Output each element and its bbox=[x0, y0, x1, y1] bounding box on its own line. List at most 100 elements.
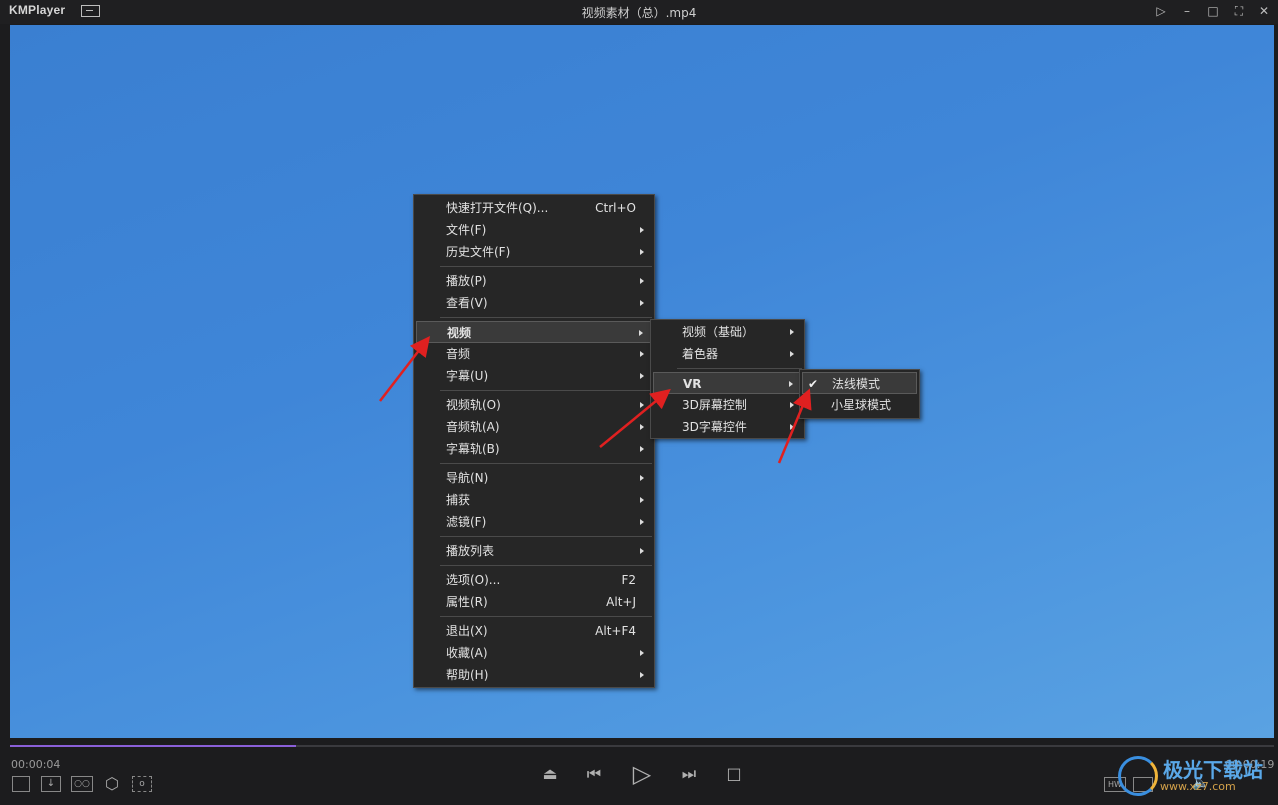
watermark-url: www.xz7.com bbox=[1160, 780, 1236, 793]
menu-item-label: 音频 bbox=[446, 347, 471, 361]
menu-item[interactable]: 导航(N) bbox=[416, 467, 652, 489]
menu-item-label: 收藏(A) bbox=[446, 646, 488, 660]
menu-separator bbox=[440, 390, 652, 391]
menu-item-label: 着色器 bbox=[682, 347, 719, 361]
menu-item-label: 3D屏幕控制 bbox=[682, 398, 747, 412]
submenu-arrow-icon bbox=[640, 650, 644, 656]
fullscreen-icon[interactable]: ⛶ bbox=[1229, 2, 1249, 20]
current-time: 00:00:04 bbox=[11, 758, 61, 771]
eject-icon[interactable]: ⏏ bbox=[540, 764, 560, 783]
menu-item[interactable]: 3D屏幕控制 bbox=[653, 394, 802, 416]
menu-separator bbox=[440, 317, 652, 318]
menu-separator bbox=[440, 616, 652, 617]
submenu-arrow-icon bbox=[640, 249, 644, 255]
maximize-icon[interactable]: □ bbox=[1203, 2, 1223, 20]
menu-item[interactable]: 3D字幕控件 bbox=[653, 416, 802, 438]
submenu-arrow-icon bbox=[640, 519, 644, 525]
menu-item[interactable]: 音频轨(A) bbox=[416, 416, 652, 438]
menu-item-label: 播放(P) bbox=[446, 274, 487, 288]
submenu-arrow-icon bbox=[640, 373, 644, 379]
download-icon[interactable]: ↓ bbox=[41, 776, 61, 792]
menu-item[interactable]: 捕获 bbox=[416, 489, 652, 511]
menu-item[interactable]: 选项(O)... F2 bbox=[416, 569, 652, 591]
submenu-arrow-icon bbox=[640, 351, 644, 357]
menu-item-label: 视频（基础） bbox=[682, 325, 755, 339]
menu-separator bbox=[440, 565, 652, 566]
menu-item-label: 退出(X) bbox=[446, 624, 488, 638]
menu-item[interactable]: 法线模式 ✔ bbox=[802, 372, 917, 394]
play-icon[interactable]: ▷ bbox=[629, 760, 655, 788]
menu-item-shortcut: F2 bbox=[621, 573, 636, 587]
menu-item-label: 滤镜(F) bbox=[446, 515, 487, 529]
menu-item-shortcut: Alt+J bbox=[606, 595, 636, 609]
menu-item[interactable]: 帮助(H) bbox=[416, 664, 652, 686]
menu-item-label: 属性(R) bbox=[446, 595, 488, 609]
title-bar: KMPlayer 视频素材（总）.mp4 ▷ – □ ⛶ ✕ bbox=[0, 0, 1278, 24]
close-icon[interactable]: ✕ bbox=[1254, 2, 1274, 20]
menu-item[interactable]: 视频（基础） bbox=[653, 321, 802, 343]
menu-item-label: 查看(V) bbox=[446, 296, 488, 310]
capture-icon[interactable]: o bbox=[132, 776, 152, 792]
submenu-arrow-icon bbox=[790, 329, 794, 335]
submenu-arrow-icon bbox=[640, 446, 644, 452]
menu-item[interactable]: 音频 bbox=[416, 343, 652, 365]
menu-item[interactable]: 字幕轨(B) bbox=[416, 438, 652, 460]
stop-icon[interactable]: □ bbox=[724, 764, 744, 783]
submenu-arrow-icon bbox=[640, 424, 644, 430]
playlist-icon[interactable] bbox=[12, 776, 30, 792]
menu-item-label: 小星球模式 bbox=[831, 398, 892, 412]
menu-item[interactable]: 视频 bbox=[416, 321, 652, 343]
menu-item-label: 帮助(H) bbox=[446, 668, 489, 682]
menu-item[interactable]: 快速打开文件(Q)... Ctrl+O bbox=[416, 197, 652, 219]
menu-item[interactable]: 属性(R) Alt+J bbox=[416, 591, 652, 613]
submenu-arrow-icon bbox=[790, 351, 794, 357]
menu-item[interactable]: 滤镜(F) bbox=[416, 511, 652, 533]
submenu-arrow-icon bbox=[789, 381, 793, 387]
menu-item[interactable]: 字幕(U) bbox=[416, 365, 652, 387]
pin-icon[interactable]: ▷ bbox=[1151, 2, 1171, 20]
menu-item[interactable]: 文件(F) bbox=[416, 219, 652, 241]
submenu-arrow-icon bbox=[640, 548, 644, 554]
submenu-arrow-icon bbox=[640, 672, 644, 678]
menu-item[interactable]: 查看(V) bbox=[416, 292, 652, 314]
submenu-arrow-icon bbox=[640, 278, 644, 284]
watermark-logo bbox=[1118, 756, 1158, 796]
submenu-arrow-icon bbox=[640, 300, 644, 306]
menu-item-shortcut: Ctrl+O bbox=[595, 201, 636, 215]
window-title: 视频素材（总）.mp4 bbox=[581, 6, 697, 20]
submenu-arrow-icon bbox=[790, 402, 794, 408]
menu-item[interactable]: 小星球模式 bbox=[802, 394, 917, 416]
menu-item[interactable]: 历史文件(F) bbox=[416, 241, 652, 263]
menu-item-label: 视频轨(O) bbox=[446, 398, 501, 412]
next-icon[interactable]: ⏭ bbox=[679, 764, 699, 784]
menu-item-label: 导航(N) bbox=[446, 471, 489, 485]
3d-cube-icon[interactable]: ⬡ bbox=[102, 774, 122, 794]
menu-item-label: 视频 bbox=[447, 326, 472, 340]
submenu-arrow-icon bbox=[640, 227, 644, 233]
menu-item-shortcut: Alt+F4 bbox=[595, 624, 636, 638]
menu-item-label: 法线模式 bbox=[832, 377, 881, 391]
menu-item[interactable]: 播放(P) bbox=[416, 270, 652, 292]
menu-item[interactable]: 收藏(A) bbox=[416, 642, 652, 664]
menu-item-label: VR bbox=[683, 377, 702, 391]
menu-item[interactable]: 视频轨(O) bbox=[416, 394, 652, 416]
menu-item[interactable]: 播放列表 bbox=[416, 540, 652, 562]
minimize-icon[interactable]: – bbox=[1177, 2, 1197, 20]
menu-item-label: 3D字幕控件 bbox=[682, 420, 747, 434]
menu-item-label: 字幕轨(B) bbox=[446, 442, 500, 456]
checkmark-icon: ✔ bbox=[808, 377, 819, 391]
vr-glasses-icon[interactable]: ○○ bbox=[71, 776, 93, 792]
video-submenu: 视频（基础） 着色器 VR 3D屏幕控制 3D字幕控件 bbox=[650, 319, 805, 439]
menu-item[interactable]: 退出(X) Alt+F4 bbox=[416, 620, 652, 642]
previous-icon[interactable]: ⏮ bbox=[584, 764, 604, 784]
menu-item[interactable]: 着色器 bbox=[653, 343, 802, 365]
submenu-arrow-icon bbox=[639, 330, 643, 336]
menu-item[interactable]: VR bbox=[653, 372, 802, 394]
submenu-arrow-icon bbox=[640, 497, 644, 503]
context-menu: 快速打开文件(Q)... Ctrl+O 文件(F) 历史文件(F) 播放(P) 查看(V)… bbox=[413, 194, 655, 688]
menu-item-label: 历史文件(F) bbox=[446, 245, 511, 259]
menu-separator bbox=[440, 266, 652, 267]
menu-item-label: 快速打开文件(Q)... bbox=[446, 201, 549, 215]
seek-bar-fill bbox=[10, 745, 296, 747]
seek-bar[interactable] bbox=[10, 745, 1274, 747]
